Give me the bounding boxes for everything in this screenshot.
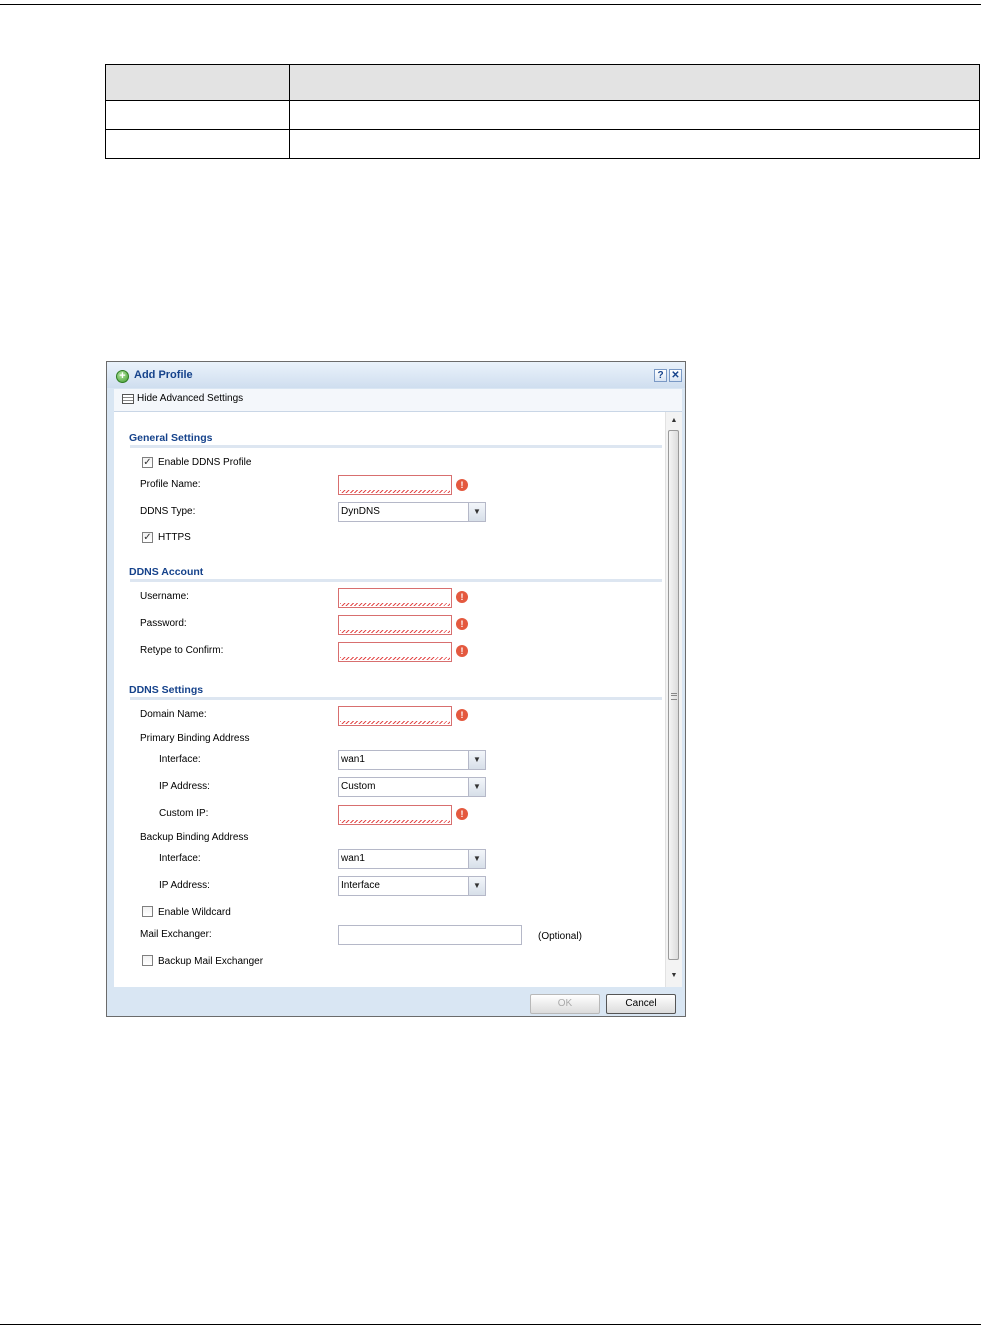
profile-name-label: Profile Name: [140,479,201,490]
ddns-type-label: DDNS Type: [140,506,196,517]
primary-interface-label: Interface: [159,754,201,765]
ddns-type-value: DynDNS [341,506,380,517]
error-icon: ! [456,618,468,630]
domain-name-label: Domain Name: [140,709,207,720]
https-label: HTTPS [158,532,191,543]
dialog-titlebar[interactable]: + Add Profile ? ✕ [107,362,685,388]
chevron-down-icon[interactable]: ▼ [468,503,485,521]
username-label: Username: [140,591,189,602]
username-input[interactable] [338,588,452,608]
grip-icon [671,693,677,700]
error-icon: ! [456,591,468,603]
scrollbar-thumb[interactable] [668,430,679,960]
table-cell [105,129,290,159]
mail-exchanger-label: Mail Exchanger: [140,929,212,940]
hide-advanced-settings-button[interactable]: Hide Advanced Settings [137,393,243,404]
backup-interface-label: Interface: [159,853,201,864]
backup-interface-select[interactable]: wan1 ▼ [338,849,486,869]
section-divider [130,579,662,582]
optional-hint: (Optional) [538,931,582,942]
table-header-row [105,64,980,101]
section-divider [130,445,662,448]
backup-binding-label: Backup Binding Address [140,832,249,843]
domain-name-input[interactable] [338,706,452,726]
chevron-down-icon[interactable]: ▼ [468,778,485,796]
help-icon[interactable]: ? [654,369,667,382]
table-row [105,129,980,159]
mail-exchanger-input[interactable] [338,925,522,945]
custom-ip-label: Custom IP: [159,808,209,819]
primary-ip-value: Custom [341,781,376,792]
primary-interface-select[interactable]: wan1 ▼ [338,750,486,770]
error-icon: ! [456,808,468,820]
dialog-toolbar: Hide Advanced Settings [114,389,682,412]
table-cell [289,100,980,130]
chevron-down-icon[interactable]: ▼ [468,877,485,895]
primary-ip-label: IP Address: [159,781,210,792]
table-header-cell [289,64,980,101]
custom-ip-input[interactable] [338,805,452,825]
page-top-rule [0,4,981,5]
enable-ddns-checkbox[interactable]: ✓ [142,457,153,468]
https-checkbox[interactable]: ✓ [142,532,153,543]
add-icon: + [116,370,129,383]
dialog-title: Add Profile [134,369,193,381]
add-profile-dialog: + Add Profile ? ✕ Hide Advanced Settings… [106,361,686,1017]
primary-binding-label: Primary Binding Address [140,733,250,744]
enable-ddns-label: Enable DDNS Profile [158,457,252,468]
password-label: Password: [140,618,187,629]
chevron-down-icon[interactable]: ▼ [468,850,485,868]
table-header-cell [105,64,290,101]
vertical-scrollbar[interactable]: ▲ ▼ [665,412,682,987]
cancel-button[interactable]: Cancel [606,994,676,1014]
enable-wildcard-label: Enable Wildcard [158,907,231,918]
section-title-settings: DDNS Settings [129,684,204,696]
enable-wildcard-checkbox[interactable] [142,906,153,917]
scroll-up-icon[interactable]: ▲ [666,414,682,428]
section-title-account: DDNS Account [129,566,204,578]
backup-ip-select[interactable]: Interface ▼ [338,876,486,896]
section-title-general: General Settings [129,432,213,444]
doc-table [105,64,980,159]
close-icon[interactable]: ✕ [669,369,682,382]
backup-interface-value: wan1 [341,853,365,864]
profile-name-input[interactable] [338,475,452,495]
table-cell [105,100,290,130]
backup-ip-value: Interface [341,880,380,891]
password-input[interactable] [338,615,452,635]
dialog-content: General Settings ✓ Enable DDNS Profile P… [114,412,665,987]
list-icon[interactable] [122,394,134,404]
retype-label: Retype to Confirm: [140,645,224,656]
table-row [105,100,980,130]
table-cell [289,129,980,159]
section-divider [130,697,662,700]
primary-ip-select[interactable]: Custom ▼ [338,777,486,797]
chevron-down-icon[interactable]: ▼ [468,751,485,769]
ddns-type-select[interactable]: DynDNS ▼ [338,502,486,522]
scroll-down-icon[interactable]: ▼ [666,969,682,983]
backup-mail-exchanger-checkbox[interactable] [142,955,153,966]
primary-interface-value: wan1 [341,754,365,765]
retype-password-input[interactable] [338,642,452,662]
dialog-footer: OK Cancel [114,987,682,1014]
page-bottom-rule [0,1324,981,1325]
error-icon: ! [456,479,468,491]
error-icon: ! [456,709,468,721]
backup-mail-exchanger-label: Backup Mail Exchanger [158,956,264,967]
ok-button[interactable]: OK [530,994,600,1014]
backup-ip-label: IP Address: [159,880,210,891]
error-icon: ! [456,645,468,657]
